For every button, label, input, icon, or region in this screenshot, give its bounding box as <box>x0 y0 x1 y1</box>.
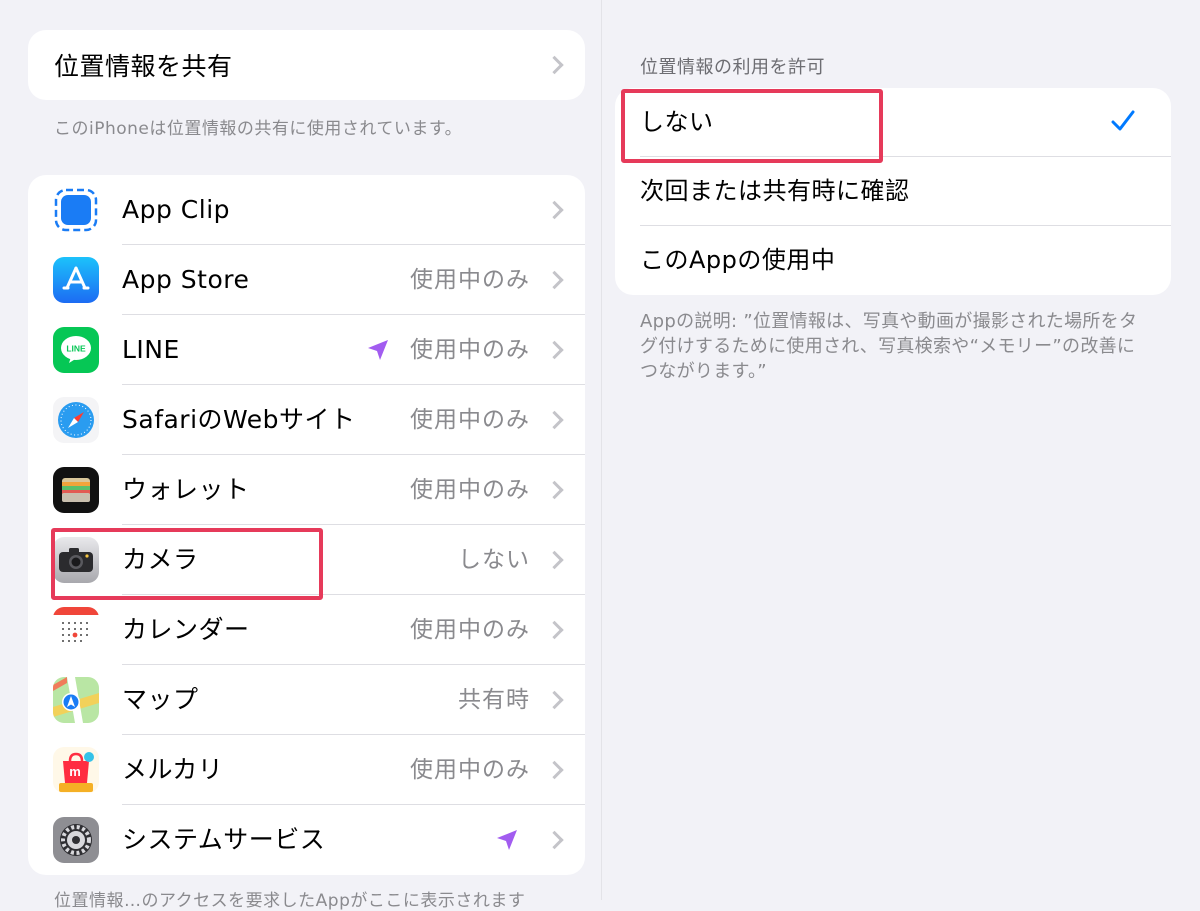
app-row-app-store[interactable]: App Store 使用中のみ <box>28 245 585 315</box>
safari-icon <box>53 397 99 443</box>
app-row-line[interactable]: LINE LINE 使用中のみ <box>28 315 585 385</box>
share-location-label: 位置情報を共有 <box>54 52 233 81</box>
app-name: ウォレット <box>122 475 250 504</box>
chevron-right-icon <box>545 480 564 500</box>
option-label: 次回または共有時に確認 <box>640 177 910 205</box>
mercari-icon: m <box>53 747 99 793</box>
chevron-right-icon <box>545 550 564 570</box>
maps-icon <box>53 677 99 723</box>
share-location-card[interactable]: 位置情報を共有 <box>28 30 585 100</box>
apps-list: App Clip App Store 使用中のみ LINE LINE 使用中のみ… <box>28 175 585 875</box>
app-status: 使用中のみ <box>410 617 530 643</box>
app-name: マップ <box>122 685 199 714</box>
app-status: 使用中のみ <box>410 757 530 783</box>
app-status: 使用中のみ <box>410 337 530 363</box>
app-store-icon <box>53 257 99 303</box>
app-status: 共有時 <box>458 687 530 713</box>
app-clip-icon <box>53 187 99 233</box>
app-name: LINE <box>122 335 180 364</box>
chevron-right-icon <box>545 760 564 780</box>
app-row-mercari[interactable]: m メルカリ 使用中のみ <box>28 735 585 805</box>
camera-highlight-box <box>51 528 323 600</box>
app-row-safari[interactable]: SafariのWebサイト 使用中のみ <box>28 385 585 455</box>
app-status: 使用中のみ <box>410 477 530 503</box>
chevron-right-icon <box>545 200 564 220</box>
svg-text:m: m <box>69 764 81 779</box>
chevron-right-icon <box>545 270 564 290</box>
wallet-icon <box>53 467 99 513</box>
svg-text:LINE: LINE <box>66 344 86 354</box>
calendar-icon <box>53 607 99 653</box>
app-row-maps[interactable]: マップ 共有時 <box>28 665 585 735</box>
location-arrow-icon <box>368 340 388 360</box>
app-name: システムサービス <box>122 825 326 854</box>
app-name: App Store <box>122 265 250 294</box>
line-icon: LINE <box>53 327 99 373</box>
option-label: このAppの使用中 <box>640 246 836 274</box>
location-arrow-icon <box>497 830 517 850</box>
settings-gear-icon <box>53 817 99 863</box>
app-status: 使用中のみ <box>410 267 530 293</box>
chevron-right-icon <box>545 55 564 75</box>
app-name: App Clip <box>122 195 231 224</box>
share-footnote: このiPhoneは位置情報の共有に使用されています。 <box>54 119 463 139</box>
option-ask-next-time[interactable]: 次回または共有時に確認 <box>615 157 1171 226</box>
chevron-right-icon <box>545 690 564 710</box>
checkmark-icon <box>1111 110 1135 131</box>
app-status: しない <box>458 547 530 573</box>
app-name: カレンダー <box>122 615 250 644</box>
app-row-calendar[interactable]: カレンダー 使用中のみ <box>28 595 585 665</box>
never-option-highlight-box <box>621 89 883 163</box>
chevron-right-icon <box>545 410 564 430</box>
app-name: SafariのWebサイト <box>122 405 356 434</box>
apps-footer-text: 位置情報…のアクセスを要求したAppがここに表示されます <box>54 891 526 911</box>
app-row-wallet[interactable]: ウォレット 使用中のみ <box>28 455 585 525</box>
option-while-using[interactable]: このAppの使用中 <box>615 226 1171 295</box>
app-row-system-services[interactable]: システムサービス <box>28 805 585 875</box>
chevron-right-icon <box>545 830 564 850</box>
app-row-app-clip[interactable]: App Clip <box>28 175 585 245</box>
allow-location-header: 位置情報の利用を許可 <box>640 57 825 78</box>
chevron-right-icon <box>545 340 564 360</box>
app-status: 使用中のみ <box>410 407 530 433</box>
app-name: メルカリ <box>122 755 224 784</box>
share-location-row[interactable]: 位置情報を共有 <box>28 30 585 100</box>
app-usage-description: Appの説明: ”位置情報は、写真や動画が撮影された場所をタグ付けするために使用… <box>640 311 1138 382</box>
chevron-right-icon <box>545 620 564 640</box>
